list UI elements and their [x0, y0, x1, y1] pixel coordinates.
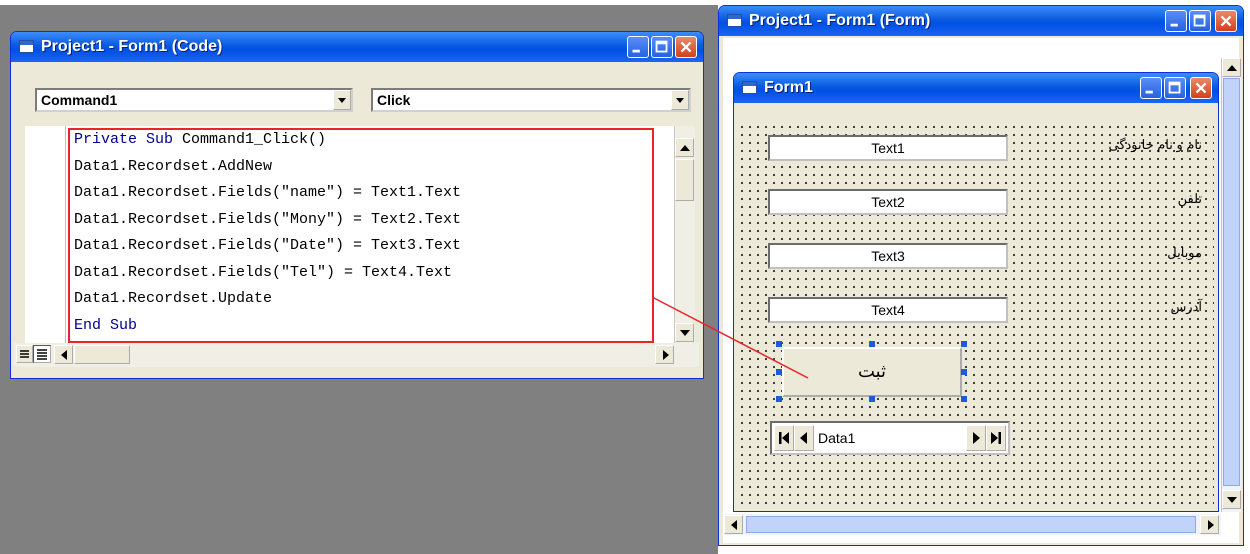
- text-field-2[interactable]: Text2: [768, 189, 1008, 215]
- code-line[interactable]: Private Sub Command1_Click(): [74, 131, 326, 148]
- form1-title: Form1: [764, 79, 813, 96]
- selection-handle[interactable]: [961, 369, 967, 375]
- code-text: Data1.Recordset.AddNew: [74, 157, 273, 175]
- code-text: Data1.Recordset.Fields("name") = Text1.T…: [74, 184, 462, 201]
- code-line[interactable]: Data1.Recordset.Fields("name") = Text1.T…: [74, 184, 461, 201]
- form1-icon: [742, 81, 757, 94]
- code-text: Data1.Recordset.Fields("Tel") = Text4.Te…: [74, 263, 453, 281]
- selection-handle[interactable]: [776, 341, 782, 347]
- close-icon: [1195, 82, 1207, 94]
- field-label-1: نام و نام خانودگی: [1108, 137, 1202, 152]
- code-vertical-scrollbar[interactable]: [674, 126, 695, 343]
- designer-scroll-right-button[interactable]: [1200, 515, 1219, 534]
- close-icon: [1220, 15, 1232, 27]
- designer-horizontal-thumb[interactable]: [746, 516, 1196, 533]
- code-window-title: Project1 - Form1 (Code): [41, 38, 223, 55]
- designer-scroll-up-button[interactable]: [1222, 58, 1241, 77]
- object-combo-dropdown-icon[interactable]: [333, 90, 351, 110]
- scroll-right-button[interactable]: [655, 345, 674, 364]
- code-text: Data1.Recordset.Fields("Mony") = Text2.T…: [74, 210, 462, 228]
- selection-handle[interactable]: [869, 396, 875, 402]
- selection-handle[interactable]: [776, 396, 782, 402]
- submit-button-label: ثبت: [857, 361, 887, 381]
- designer-horizontal-scrollbar[interactable]: [724, 514, 1221, 535]
- scroll-down-button[interactable]: [675, 323, 694, 342]
- full-module-view-icon[interactable]: [33, 345, 51, 363]
- horizontal-scroll-thumb[interactable]: [74, 345, 130, 364]
- submit-button[interactable]: ثبت: [782, 347, 962, 397]
- code-margin: [25, 126, 66, 343]
- code-keyword: Private Sub: [74, 131, 183, 148]
- code-window-titlebar[interactable]: Project1 - Form1 (Code): [11, 32, 703, 62]
- code-line[interactable]: Data1.Recordset.Update: [74, 290, 272, 307]
- procedure-view-icon[interactable]: [16, 345, 33, 363]
- text-field-3[interactable]: Text3: [768, 243, 1008, 269]
- designer-vertical-scrollbar[interactable]: [1221, 58, 1241, 512]
- close-icon: [680, 41, 692, 53]
- field-label-2: تلفن: [1177, 191, 1202, 206]
- procedure-combo[interactable]: Click: [371, 88, 691, 112]
- minimize-button[interactable]: [627, 36, 649, 58]
- data-last-record-button[interactable]: [986, 425, 1006, 451]
- code-window-icon: [19, 40, 34, 53]
- scroll-up-button[interactable]: [675, 138, 694, 157]
- form-designer-titlebar[interactable]: Project1 - Form1 (Form): [719, 6, 1243, 36]
- scroll-left-button[interactable]: [54, 345, 73, 364]
- selection-handle[interactable]: [961, 396, 967, 402]
- procedure-combo-dropdown-icon[interactable]: [671, 90, 689, 110]
- maximize-icon: [1168, 81, 1181, 94]
- form1-design-grid[interactable]: Text1 نام و نام خانودگی Text2 تلفن Text3 موبا…: [738, 123, 1214, 508]
- form-designer-title: Project1 - Form1 (Form): [749, 12, 931, 29]
- code-line[interactable]: Data1.Recordset.AddNew: [74, 158, 272, 175]
- form1-minimize-button[interactable]: [1140, 77, 1162, 99]
- close-button[interactable]: [675, 36, 697, 58]
- selection-handle[interactable]: [776, 369, 782, 375]
- form-designer-icon: [727, 14, 742, 27]
- minimize-icon: [1170, 23, 1178, 27]
- selection-handle[interactable]: [869, 341, 875, 347]
- data-next-record-button[interactable]: [966, 425, 986, 451]
- form-designer-close-button[interactable]: [1215, 10, 1237, 32]
- code-window[interactable]: Project1 - Form1 (Code) Command1 Click P…: [10, 31, 704, 379]
- field-label-3: موبایل: [1167, 245, 1202, 260]
- object-combo-value: Command1: [41, 92, 118, 108]
- form1-maximize-button[interactable]: [1164, 77, 1186, 99]
- form1-window[interactable]: Form1 Text1 نام و نام خانودگی Text2 تلفن Tex…: [733, 72, 1219, 512]
- form-designer-maximize-button[interactable]: [1189, 10, 1211, 32]
- code-text: Command1_Click(): [182, 131, 327, 148]
- text-field-1[interactable]: Text1: [768, 135, 1008, 161]
- view-toggle-bar: [14, 343, 699, 367]
- field-label-4: آدرس: [1170, 299, 1202, 314]
- code-line[interactable]: Data1.Recordset.Fields("Mony") = Text2.T…: [74, 211, 461, 228]
- designer-scroll-left-button[interactable]: [724, 515, 743, 534]
- minimize-icon: [632, 49, 640, 53]
- designer-scroll-down-button[interactable]: [1222, 490, 1241, 509]
- data-previous-record-button[interactable]: [794, 425, 814, 451]
- minimize-icon: [1145, 90, 1153, 94]
- form1-close-button[interactable]: [1190, 77, 1212, 99]
- object-combo[interactable]: Command1: [35, 88, 353, 112]
- maximize-icon: [1193, 14, 1206, 27]
- form1-titlebar[interactable]: Form1: [734, 73, 1218, 103]
- maximize-icon: [655, 40, 668, 53]
- text-field-4[interactable]: Text4: [768, 297, 1008, 323]
- data1-caption: Data1: [818, 430, 856, 446]
- code-line[interactable]: Data1.Recordset.Fields("Tel") = Text4.Te…: [74, 264, 452, 281]
- form-designer-window[interactable]: Project1 - Form1 (Form) Form1 Text1 نام و…: [718, 5, 1244, 546]
- selection-handle[interactable]: [961, 341, 967, 347]
- form-designer-minimize-button[interactable]: [1165, 10, 1187, 32]
- designer-vertical-thumb[interactable]: [1223, 78, 1240, 486]
- data-first-record-button[interactable]: [774, 425, 794, 451]
- procedure-combo-value: Click: [377, 92, 411, 108]
- code-editor[interactable]: Private Sub Command1_Click() Data1.Record…: [66, 126, 674, 343]
- code-keyword: End Sub: [74, 316, 138, 334]
- maximize-button[interactable]: [651, 36, 673, 58]
- code-text: Data1.Recordset.Update: [74, 290, 273, 307]
- code-line[interactable]: Data1.Recordset.Fields("Date") = Text3.T…: [74, 237, 461, 254]
- scroll-thumb[interactable]: [675, 159, 694, 201]
- data1-control[interactable]: Data1: [770, 421, 1010, 455]
- code-line[interactable]: End Sub: [74, 317, 137, 334]
- code-text: Data1.Recordset.Fields("Date") = Text3.T…: [74, 237, 462, 254]
